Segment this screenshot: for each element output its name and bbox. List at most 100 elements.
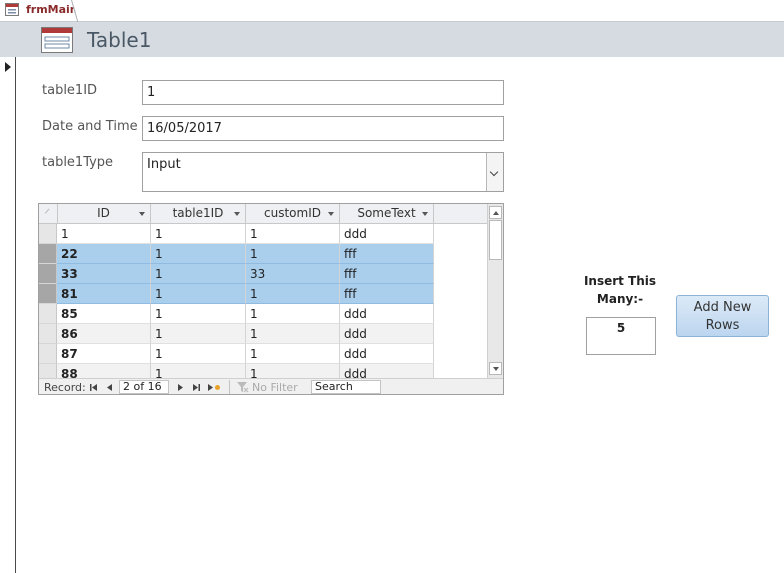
vertical-scrollbar[interactable] bbox=[487, 204, 503, 378]
filter-label: No Filter bbox=[252, 381, 298, 394]
table-cell[interactable]: 1 bbox=[246, 244, 340, 264]
table-cell[interactable]: ddd bbox=[340, 324, 434, 344]
table-cell[interactable]: ddd bbox=[340, 344, 434, 364]
filter-indicator[interactable]: No Filter bbox=[229, 380, 304, 394]
insert-count-field[interactable]: 5 bbox=[586, 317, 656, 355]
subform-datasheet: ID table1ID customID SomeText 1 1 1 ddd 22 1 1… bbox=[38, 203, 504, 395]
column-header-row: ID table1ID customID SomeText bbox=[39, 204, 487, 224]
table-cell[interactable]: ddd bbox=[340, 304, 434, 324]
date-time-label: Date and Time bbox=[42, 119, 138, 134]
table-cell[interactable]: ddd bbox=[340, 364, 434, 378]
record-position-input[interactable]: 2 of 16 bbox=[119, 380, 169, 394]
table-cell[interactable]: 1 bbox=[57, 224, 151, 244]
row-selector[interactable] bbox=[39, 304, 57, 324]
table-row[interactable]: 1 1 1 ddd bbox=[39, 224, 487, 244]
row-selector[interactable] bbox=[39, 224, 57, 244]
datasheet-grid: ID table1ID customID SomeText 1 1 1 ddd 22 1 1… bbox=[39, 204, 487, 378]
button-label-line: Rows bbox=[705, 318, 740, 333]
table1Type-label: table1Type bbox=[42, 155, 114, 170]
new-record-icon[interactable] bbox=[207, 382, 221, 393]
column-header-id[interactable]: ID bbox=[57, 204, 151, 223]
table-row[interactable]: 87 1 1 ddd bbox=[39, 344, 487, 364]
table-cell[interactable]: 1 bbox=[151, 304, 246, 324]
scroll-thumb[interactable] bbox=[489, 220, 502, 260]
table-cell[interactable]: 87 bbox=[57, 344, 151, 364]
table-row[interactable]: 33 1 33 fff bbox=[39, 264, 487, 284]
table-cell[interactable]: 1 bbox=[246, 284, 340, 304]
table-cell[interactable]: 1 bbox=[246, 324, 340, 344]
table-cell[interactable]: 81 bbox=[57, 284, 151, 304]
form-icon bbox=[41, 27, 73, 53]
next-record-icon[interactable] bbox=[175, 382, 185, 393]
search-input[interactable]: Search bbox=[311, 380, 381, 394]
table-cell[interactable]: 1 bbox=[246, 224, 340, 244]
table-cell[interactable]: 1 bbox=[246, 344, 340, 364]
table-row[interactable]: 88 1 1 ddd bbox=[39, 364, 487, 378]
table-cell[interactable]: fff bbox=[340, 264, 434, 284]
record-navigation-bar: Record: 2 of 16 No Filter Search bbox=[39, 378, 503, 394]
column-header-table1ID[interactable]: table1ID bbox=[151, 204, 246, 223]
sort-dropdown-icon[interactable] bbox=[139, 212, 145, 216]
scroll-down-icon[interactable] bbox=[489, 362, 502, 375]
table-row[interactable]: 81 1 1 fff bbox=[39, 284, 487, 304]
column-header-sometext[interactable]: SomeText bbox=[340, 204, 434, 223]
insert-label-line: Insert This bbox=[583, 274, 657, 288]
tab-frmMain[interactable]: frmMain bbox=[0, 0, 78, 21]
page-title: Table1 bbox=[87, 28, 152, 52]
add-new-rows-button[interactable]: Add New Rows bbox=[676, 295, 769, 337]
table-cell[interactable]: 85 bbox=[57, 304, 151, 324]
table-cell[interactable]: 1 bbox=[246, 304, 340, 324]
insert-label-line: Many:- bbox=[596, 292, 644, 306]
sort-dropdown-icon[interactable] bbox=[422, 212, 428, 216]
table-row[interactable]: 85 1 1 ddd bbox=[39, 304, 487, 324]
table1ID-field[interactable]: 1 bbox=[142, 80, 504, 105]
row-selector[interactable] bbox=[39, 284, 57, 304]
current-record-arrow-icon bbox=[5, 62, 11, 72]
row-selector[interactable] bbox=[39, 364, 57, 378]
column-header-customID[interactable]: customID bbox=[246, 204, 340, 223]
table-row[interactable]: 86 1 1 ddd bbox=[39, 324, 487, 344]
table-cell[interactable]: ddd bbox=[340, 224, 434, 244]
column-header-label: table1ID bbox=[172, 206, 224, 220]
record-selector[interactable] bbox=[0, 57, 16, 573]
table-cell[interactable]: 1 bbox=[151, 324, 246, 344]
tab-label: frmMain bbox=[26, 3, 78, 16]
table-cell[interactable]: 88 bbox=[57, 364, 151, 378]
table-cell[interactable]: 22 bbox=[57, 244, 151, 264]
row-selector[interactable] bbox=[39, 264, 57, 284]
button-label-line: Add New bbox=[693, 300, 752, 315]
column-header-label: customID bbox=[264, 206, 321, 220]
table-cell[interactable]: fff bbox=[340, 244, 434, 264]
table-cell[interactable]: 33 bbox=[57, 264, 151, 284]
form-header: Table1 bbox=[0, 22, 784, 57]
table-cell[interactable]: 1 bbox=[151, 284, 246, 304]
form-icon bbox=[5, 3, 19, 16]
record-label: Record: bbox=[44, 381, 86, 394]
row-selector[interactable] bbox=[39, 324, 57, 344]
column-header-label: ID bbox=[97, 206, 110, 220]
previous-record-icon[interactable] bbox=[105, 382, 115, 393]
table-cell[interactable]: 1 bbox=[151, 264, 246, 284]
table1ID-label: table1ID bbox=[42, 83, 98, 98]
table-cell[interactable]: 1 bbox=[151, 344, 246, 364]
table-cell[interactable]: 86 bbox=[57, 324, 151, 344]
table1Type-combo[interactable]: Input bbox=[142, 152, 504, 192]
chevron-down-icon[interactable] bbox=[486, 153, 503, 191]
row-selector[interactable] bbox=[39, 344, 57, 364]
row-selector[interactable] bbox=[39, 244, 57, 264]
sort-dropdown-icon[interactable] bbox=[328, 212, 334, 216]
table-cell[interactable]: 1 bbox=[151, 244, 246, 264]
table-cell[interactable]: 33 bbox=[246, 264, 340, 284]
table-cell[interactable]: 1 bbox=[246, 364, 340, 378]
select-all-corner[interactable] bbox=[39, 204, 58, 223]
last-record-icon[interactable] bbox=[191, 382, 201, 393]
sort-dropdown-icon[interactable] bbox=[234, 212, 240, 216]
table-row[interactable]: 22 1 1 fff bbox=[39, 244, 487, 264]
scroll-up-icon[interactable] bbox=[489, 206, 502, 219]
table-cell[interactable]: 1 bbox=[151, 224, 246, 244]
first-record-icon[interactable] bbox=[89, 382, 99, 393]
table-cell[interactable]: 1 bbox=[151, 364, 246, 378]
funnel-icon bbox=[237, 382, 249, 393]
table-cell[interactable]: fff bbox=[340, 284, 434, 304]
date-time-field[interactable]: 16/05/2017 bbox=[142, 116, 504, 141]
